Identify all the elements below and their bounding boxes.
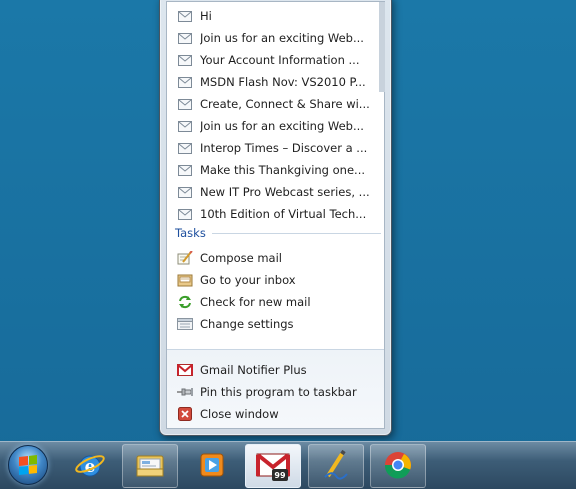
envelope-icon <box>177 97 193 111</box>
email-item[interactable]: New IT Pro Webcast series, ... <box>171 182 379 202</box>
jump-list-items: Hi Join us for an exciting Web... Your A… <box>167 2 385 347</box>
email-subject: New IT Pro Webcast series, ... <box>200 185 370 199</box>
windows-logo-icon <box>19 455 37 475</box>
envelope-icon <box>177 163 193 177</box>
task-label: Check for new mail <box>200 295 311 309</box>
taskbar-windows-explorer[interactable] <box>122 444 178 488</box>
email-item[interactable]: Join us for an exciting Web... <box>171 116 379 136</box>
chrome-icon <box>383 450 413 483</box>
envelope-icon <box>177 53 193 67</box>
close-icon <box>177 407 193 421</box>
email-subject: Your Account Information ... <box>200 53 360 67</box>
close-window-item[interactable]: Close window <box>171 404 379 424</box>
email-subject: MSDN Flash Nov: VS2010 P... <box>200 75 366 89</box>
open-program-item[interactable]: Gmail Notifier Plus <box>171 360 379 380</box>
email-item[interactable]: Create, Connect & Share wi... <box>171 94 379 114</box>
inbox-icon <box>177 273 193 287</box>
email-subject: Make this Thankgiving one... <box>200 163 366 177</box>
ie-icon: e <box>74 449 106 484</box>
jump-list: Hi Join us for an exciting Web... Your A… <box>159 0 392 436</box>
email-subject: Join us for an exciting Web... <box>200 119 364 133</box>
jump-list-content: Hi Join us for an exciting Web... Your A… <box>166 1 385 429</box>
email-item[interactable]: 10th Edition of Virtual Tech... <box>171 204 379 224</box>
pin-to-taskbar-item[interactable]: Pin this program to taskbar <box>171 382 379 402</box>
email-item[interactable]: Make this Thankgiving one... <box>171 160 379 180</box>
envelope-icon <box>177 9 193 23</box>
envelope-icon <box>177 75 193 89</box>
start-button[interactable] <box>8 445 48 485</box>
envelope-icon <box>177 119 193 133</box>
email-item[interactable]: Join us for an exciting Web... <box>171 28 379 48</box>
email-item[interactable]: MSDN Flash Nov: VS2010 P... <box>171 72 379 92</box>
email-item[interactable]: Your Account Information ... <box>171 50 379 70</box>
envelope-icon <box>177 185 193 199</box>
email-subject: Interop Times – Discover a ... <box>200 141 368 155</box>
email-subject: 10th Edition of Virtual Tech... <box>200 207 367 221</box>
email-item[interactable]: Hi <box>171 6 379 26</box>
pin-icon <box>177 385 193 399</box>
close-label: Close window <box>200 407 279 421</box>
tasks-header-label: Tasks <box>175 226 206 240</box>
task-label: Compose mail <box>200 251 282 265</box>
unread-count-badge: 99 <box>272 469 288 481</box>
gmail-icon <box>177 363 193 377</box>
taskbar-gmail-notifier[interactable]: 99 <box>245 444 301 488</box>
settings-icon <box>177 317 193 331</box>
media-player-icon <box>199 452 225 481</box>
email-item[interactable]: Interop Times – Discover a ... <box>171 138 379 158</box>
compose-icon <box>177 251 193 265</box>
pin-label: Pin this program to taskbar <box>200 385 357 399</box>
task-label: Change settings <box>200 317 294 331</box>
task-label: Go to your inbox <box>200 273 296 287</box>
taskbar: e 99 <box>0 441 576 489</box>
task-go-to-inbox[interactable]: Go to your inbox <box>171 270 379 290</box>
refresh-icon <box>177 295 193 309</box>
task-change-settings[interactable]: Change settings <box>171 314 379 334</box>
envelope-icon <box>177 31 193 45</box>
program-section: Gmail Notifier Plus Pin this program to … <box>167 349 384 428</box>
pen-icon <box>322 449 350 483</box>
scrollbar[interactable] <box>379 2 385 92</box>
email-subject: Hi <box>200 9 212 23</box>
divider <box>211 232 381 234</box>
envelope-icon <box>177 141 193 155</box>
taskbar-media-player[interactable] <box>184 444 240 488</box>
email-subject: Create, Connect & Share wi... <box>200 97 370 111</box>
taskbar-chrome[interactable] <box>370 444 426 488</box>
envelope-icon <box>177 207 193 221</box>
taskbar-internet-explorer[interactable]: e <box>62 444 118 488</box>
tasks-section-header: Tasks <box>175 225 381 241</box>
email-subject: Join us for an exciting Web... <box>200 31 364 45</box>
program-name: Gmail Notifier Plus <box>200 363 307 377</box>
folder-icon <box>135 451 165 482</box>
taskbar-writer[interactable] <box>308 444 364 488</box>
task-compose-mail[interactable]: Compose mail <box>171 248 379 268</box>
task-check-new-mail[interactable]: Check for new mail <box>171 292 379 312</box>
